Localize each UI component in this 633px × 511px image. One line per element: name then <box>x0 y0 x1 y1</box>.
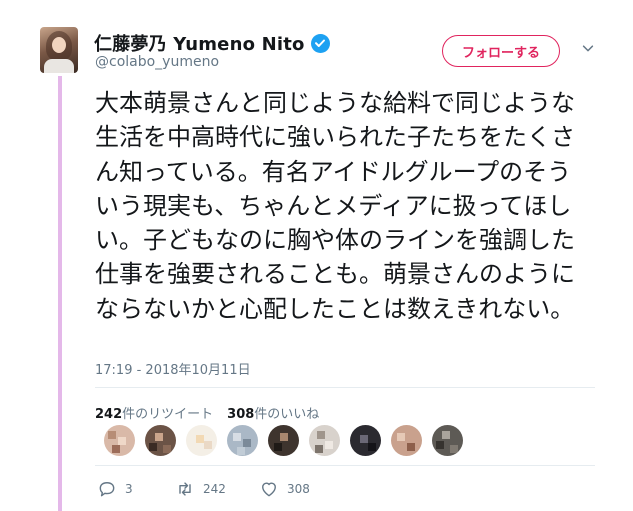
retweets-stat-label: 件のリツイート <box>122 407 214 422</box>
verified-badge-icon <box>310 33 330 53</box>
liker-avatar[interactable] <box>309 425 340 456</box>
follow-button[interactable]: フォローする <box>442 35 560 67</box>
likes-stat-count: 308 <box>227 407 255 422</box>
reply-button[interactable]: 3 <box>97 479 175 499</box>
liker-avatar[interactable] <box>391 425 422 456</box>
retweets-stat-count: 242 <box>95 407 123 422</box>
liker-avatar[interactable] <box>145 425 176 456</box>
like-button[interactable]: 308 <box>259 479 310 499</box>
tweet-text: 大本萌景さんと同じような給料で同じような生活を中高時代に強いられた子たちをたくさ… <box>95 89 575 323</box>
reply-count: 3 <box>125 482 133 496</box>
like-count: 308 <box>287 482 310 496</box>
tweet-stats: 242件のリツイート 308件のいいね <box>95 403 319 422</box>
divider <box>95 465 595 466</box>
divider <box>95 387 595 388</box>
thread-line <box>58 76 62 511</box>
tweet-timestamp[interactable]: 17:19 - 2018年10月11日 <box>95 359 251 378</box>
liker-avatar[interactable] <box>350 425 381 456</box>
retweet-count: 242 <box>203 482 226 496</box>
chevron-down-icon[interactable] <box>580 40 596 56</box>
likes-stat[interactable]: 308件のいいね <box>227 403 319 422</box>
author-name-row: 仁藤夢乃 Yumeno Nito <box>94 30 330 56</box>
liker-avatar[interactable] <box>268 425 299 456</box>
reply-icon <box>99 482 115 497</box>
liker-avatar[interactable] <box>104 425 135 456</box>
profile-avatar[interactable] <box>40 27 78 73</box>
retweet-icon <box>179 482 191 496</box>
display-name[interactable]: 仁藤夢乃 Yumeno Nito <box>94 30 305 56</box>
avatar-shirt <box>44 59 74 73</box>
retweets-stat[interactable]: 242件のリツイート <box>95 403 213 422</box>
tweet-actions: 3 242 308 <box>97 479 310 499</box>
user-handle[interactable]: @colabo_yumeno <box>95 54 219 70</box>
avatar-face <box>52 37 66 53</box>
liker-avatars <box>104 425 463 456</box>
liker-avatar[interactable] <box>186 425 217 456</box>
retweet-button[interactable]: 242 <box>175 479 259 499</box>
liker-avatar[interactable] <box>227 425 258 456</box>
likes-stat-label: 件のいいね <box>254 407 320 422</box>
liker-avatar[interactable] <box>432 425 463 456</box>
heart-icon <box>262 482 276 497</box>
